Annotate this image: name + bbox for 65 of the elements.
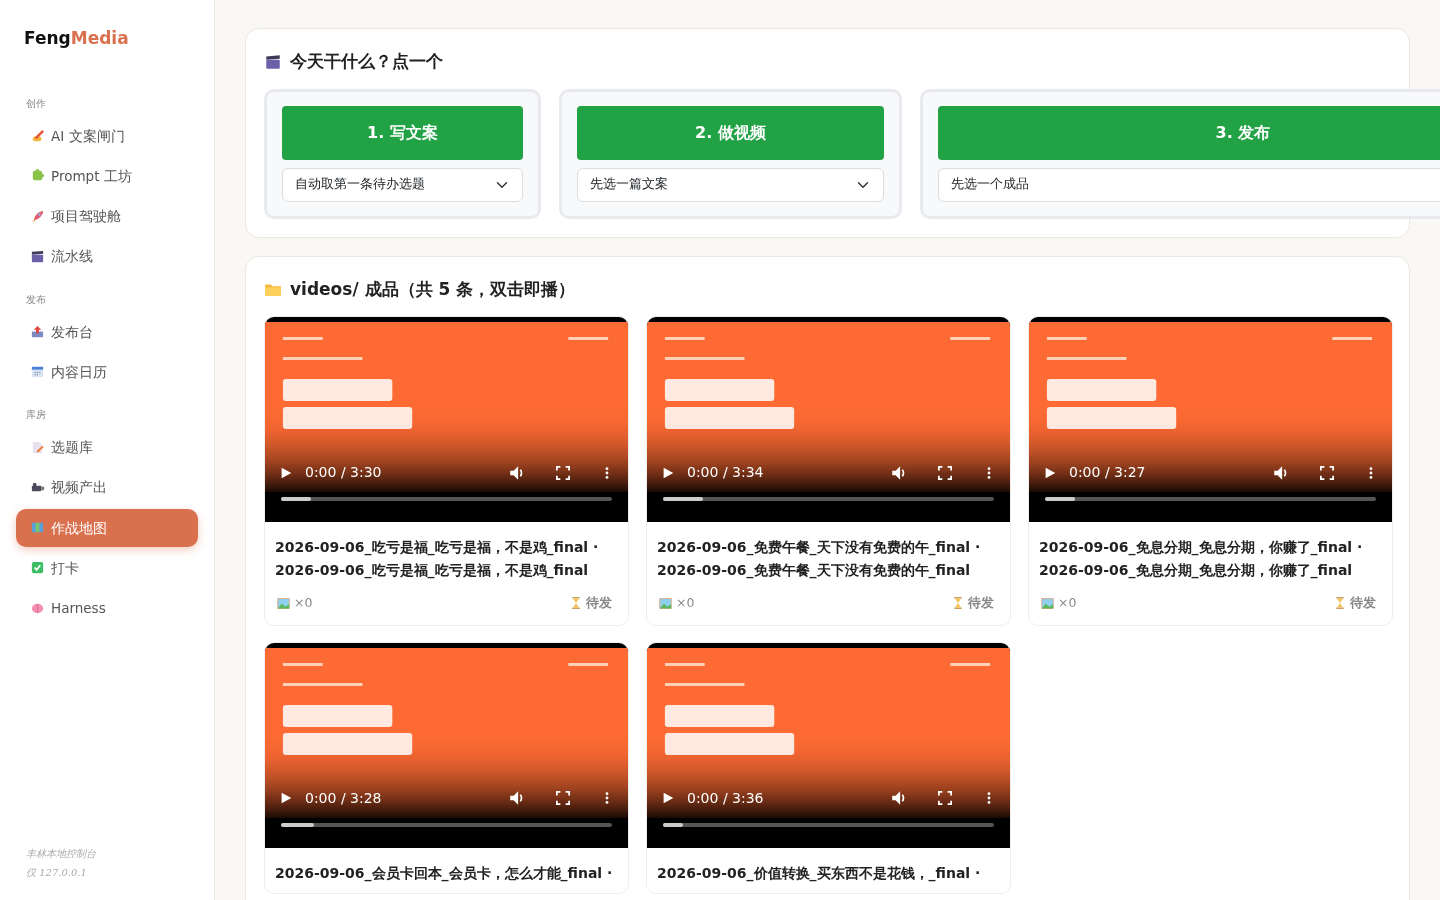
video-player[interactable]: 0:00 / 3:30 xyxy=(265,317,628,522)
section-label: 库房 xyxy=(25,408,47,422)
clapper-icon xyxy=(30,248,45,264)
video-title: 2026-09-06_免费午餐_天下没有免费的午_final · 2026-09-06_免费午餐_天下没有免费的午_final xyxy=(656,538,982,581)
section-label: 创作 xyxy=(25,96,47,111)
calendar-icon xyxy=(30,364,45,380)
fullscreen-icon xyxy=(556,465,570,480)
document-icon xyxy=(30,439,45,455)
hourglass-icon xyxy=(952,596,964,611)
time-display: 0:00 / 3:36 xyxy=(687,788,764,808)
video-title: 2026-09-06_吃亏是福_吃亏是福，不是鸡_final · 2026-09-06_吃亏是福_吃亏是福，不是鸡_final xyxy=(274,538,600,581)
video-player[interactable]: 0:00 / 3:34 xyxy=(647,317,1010,522)
fullscreen-icon xyxy=(938,465,952,480)
fullscreen-icon xyxy=(556,791,570,806)
check-icon xyxy=(30,560,45,576)
video-player[interactable]: 0:00 / 3:36 xyxy=(647,642,1010,848)
nav-item[interactable]: 选题库 xyxy=(16,428,198,467)
video-title: 2026-09-06_价值转换_买东西不是花钱，_final · xyxy=(656,863,982,884)
image-count: ×0 xyxy=(294,594,313,612)
play-icon xyxy=(279,791,293,806)
footer-note: 仅 127.0.0.1 xyxy=(25,866,88,880)
play-icon xyxy=(661,791,675,806)
status-label: 待发 xyxy=(1350,594,1376,612)
nav-item[interactable]: 内容日历 xyxy=(16,352,198,391)
nav-item[interactable]: 项目驾驶舱 xyxy=(16,197,198,236)
fullscreen-icon xyxy=(938,791,952,806)
time-display: 0:00 / 3:28 xyxy=(305,788,382,808)
nav-item[interactable]: Prompt 工坊 xyxy=(16,156,198,195)
video-title: 2026-09-06_会员卡回本_会员卡，怎么才能_final · xyxy=(274,863,614,884)
nav-item[interactable]: 视频产出 xyxy=(16,468,198,507)
section-title: 今天干什么？点一个 xyxy=(290,50,443,73)
section-label: 发布 xyxy=(25,292,47,307)
nav-item[interactable]: 流水线 xyxy=(16,237,198,276)
step-field[interactable]: 先选一个成品 xyxy=(938,167,1440,202)
video-player[interactable]: 0:00 / 3:28 xyxy=(265,642,628,848)
fullscreen-icon xyxy=(1320,465,1334,480)
nav-item[interactable]: AI 文案闸门 xyxy=(16,116,198,155)
logo: FengMedia xyxy=(23,27,130,50)
image-count: ×0 xyxy=(676,594,695,612)
time-display: 0:00 / 3:34 xyxy=(687,463,764,482)
play-icon xyxy=(1043,465,1057,480)
image-icon xyxy=(1041,596,1054,610)
status-label: 待发 xyxy=(968,594,994,612)
nav-item[interactable]: Harness xyxy=(16,589,198,628)
pen-icon xyxy=(30,128,45,144)
image-icon xyxy=(659,596,672,610)
section-title: videos/ 成品（共 5 条，双击即播） xyxy=(290,277,576,301)
outbox-icon xyxy=(30,324,45,340)
play-icon xyxy=(661,465,675,480)
nav-item[interactable]: 发布台 xyxy=(16,312,198,351)
hourglass-icon xyxy=(1334,596,1346,611)
image-count: ×0 xyxy=(1058,594,1077,612)
play-icon xyxy=(279,465,293,480)
time-display: 0:00 / 3:30 xyxy=(305,463,382,482)
step-select[interactable]: 先选一篇文案 xyxy=(577,167,884,202)
status-label: 待发 xyxy=(586,594,612,612)
footer-note: 丰林本地控制台 xyxy=(25,847,97,861)
hourglass-icon xyxy=(570,596,582,611)
step-select[interactable]: 自动取第一条待办选题 xyxy=(282,167,523,202)
video-player[interactable]: 0:00 / 3:27 xyxy=(1029,317,1392,522)
clapper-icon xyxy=(264,52,282,71)
image-icon xyxy=(277,596,290,610)
video-title: 2026-09-06_免息分期_免息分期，你赚了_final · 2026-09-06_免息分期_免息分期，你赚了_final xyxy=(1038,538,1364,581)
nav-item[interactable]: 打卡 xyxy=(16,548,198,587)
time-display: 0:00 / 3:27 xyxy=(1069,463,1146,482)
